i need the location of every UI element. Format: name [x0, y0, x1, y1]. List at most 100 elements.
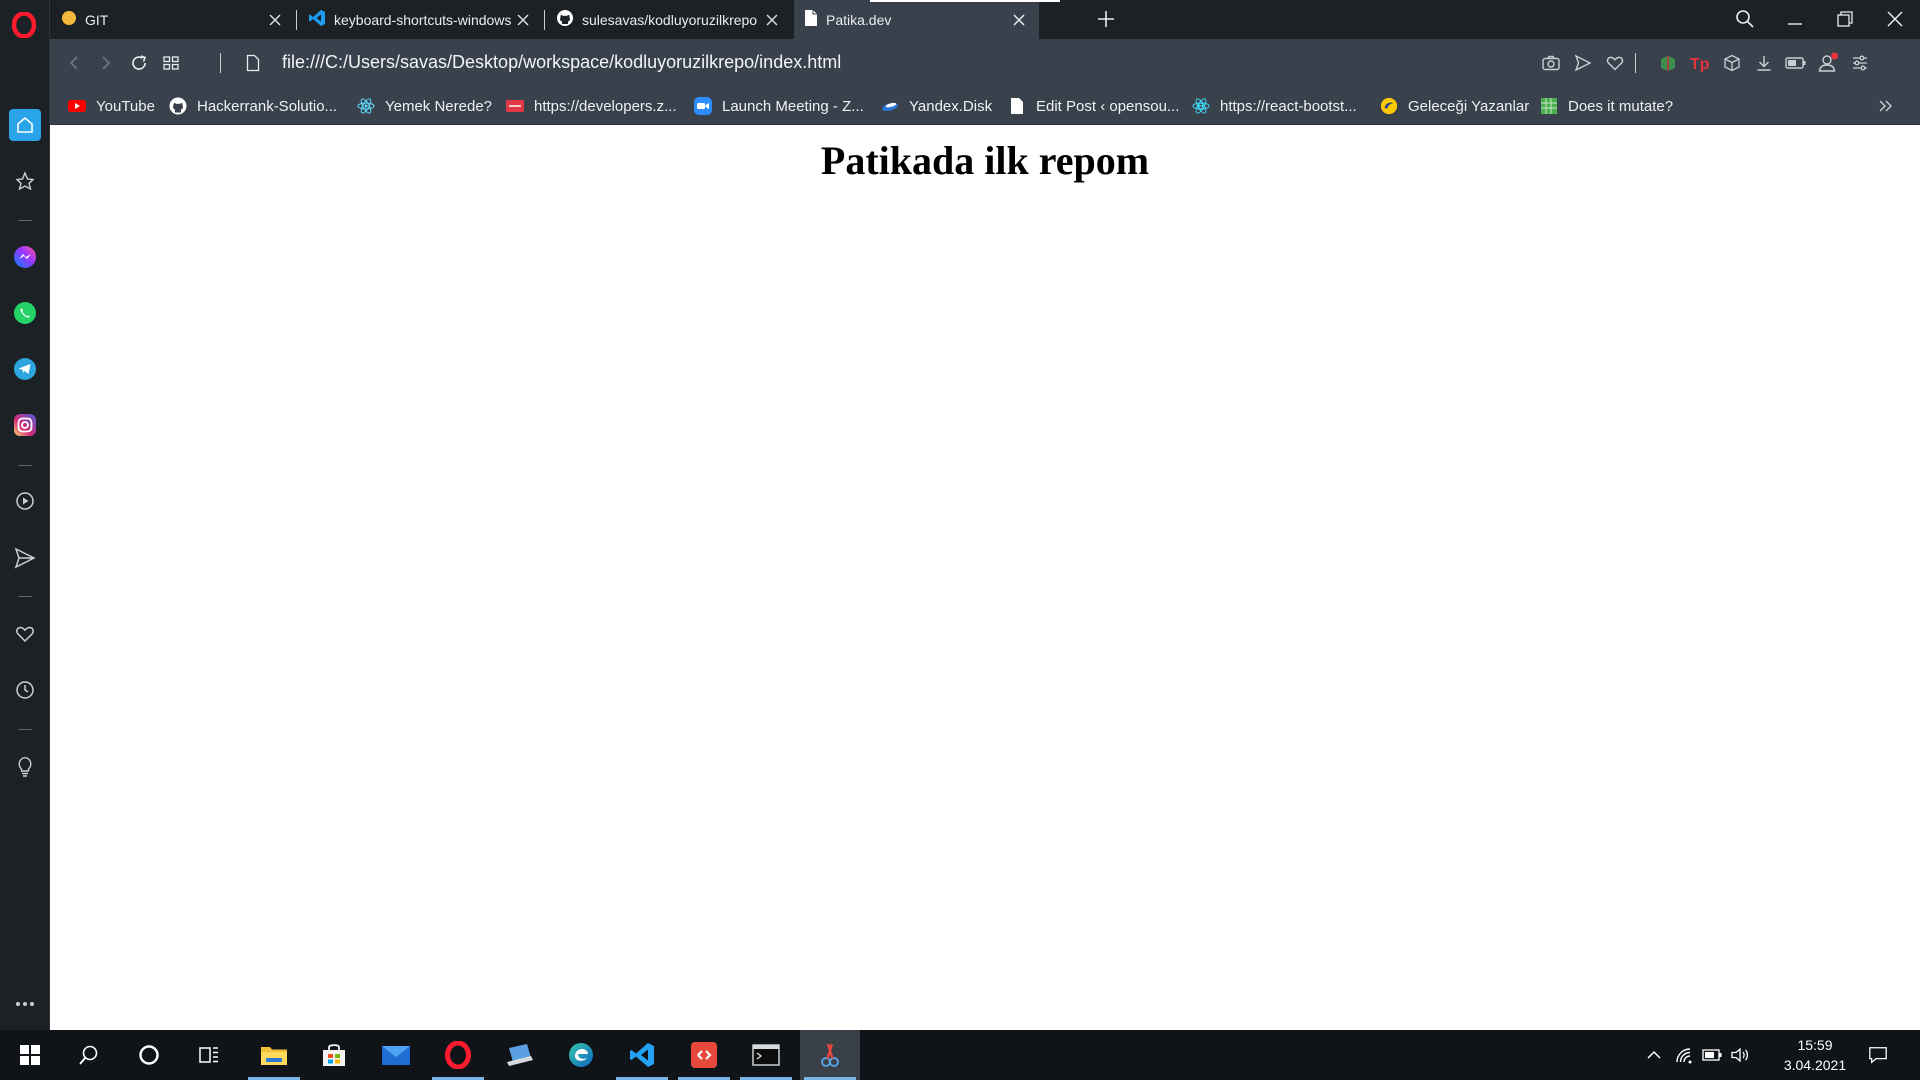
- bookmark-label: https://developers.z...: [534, 97, 677, 115]
- bookmark-youtube[interactable]: YouTube: [68, 96, 155, 116]
- bookmark-react-bootstrap[interactable]: B https://react-bootst...: [1192, 96, 1357, 116]
- player-icon[interactable]: [9, 485, 41, 517]
- opera-taskbar-icon[interactable]: [428, 1030, 488, 1080]
- opera-logo-icon[interactable]: [11, 12, 37, 38]
- messenger-icon[interactable]: [9, 241, 41, 273]
- crypto-wallet-icon[interactable]: [9, 165, 41, 197]
- search-icon[interactable]: [59, 1030, 119, 1080]
- bookmarks-bar: YouTube Hackerrank-Solutio... Yemek Nere…: [50, 87, 1920, 125]
- new-tab-plus-icon[interactable]: [1096, 9, 1116, 29]
- close-icon[interactable]: [267, 12, 283, 28]
- tab-keyboard-shortcuts[interactable]: keyboard-shortcuts-windows: [298, 0, 543, 39]
- whatsapp-icon[interactable]: [9, 297, 41, 329]
- tab-search-icon[interactable]: [1734, 8, 1756, 30]
- opera-sidebar: [0, 0, 50, 1030]
- bookmark-label: https://react-bootst...: [1220, 97, 1357, 115]
- volume-speaker-icon[interactable]: [1730, 1045, 1750, 1065]
- terminal-icon[interactable]: [736, 1030, 796, 1080]
- address-toolbar: file:///C:/Users/savas/Desktop/workspace…: [50, 39, 1920, 87]
- tab-github-repo[interactable]: sulesavas/kodluyoruzilkrepo: [546, 0, 792, 39]
- start-windows-icon[interactable]: [0, 1030, 60, 1080]
- sidebar-separator: [18, 220, 32, 221]
- toolbar-divider: [220, 53, 221, 73]
- back-arrow-icon[interactable]: [62, 51, 86, 75]
- bookmark-edit-post[interactable]: Edit Post ‹ opensou...: [1008, 96, 1179, 116]
- file-explorer-icon[interactable]: [244, 1030, 304, 1080]
- snipping-tool-icon[interactable]: [800, 1030, 860, 1080]
- edge-icon[interactable]: [551, 1030, 611, 1080]
- show-hidden-icons-chevron-icon[interactable]: [1644, 1045, 1664, 1065]
- extension-tp-icon[interactable]: Tp: [1688, 51, 1712, 75]
- extension-cube-icon[interactable]: [1720, 51, 1744, 75]
- svg-text:B: B: [1197, 102, 1204, 113]
- wifi-icon[interactable]: [1674, 1045, 1694, 1065]
- instagram-icon[interactable]: [9, 409, 41, 441]
- my-flow-icon[interactable]: [9, 542, 41, 574]
- snapshot-camera-icon[interactable]: [1539, 51, 1563, 75]
- tab-divider: [296, 10, 297, 30]
- telegram-icon[interactable]: [9, 353, 41, 385]
- bookmarks-heart-icon[interactable]: [9, 618, 41, 650]
- extension-book-icon[interactable]: [1656, 51, 1680, 75]
- tabs-overview-icon[interactable]: [159, 51, 183, 75]
- mail-icon[interactable]: [366, 1030, 426, 1080]
- close-icon[interactable]: [515, 12, 531, 28]
- lightbulb-icon[interactable]: [9, 750, 41, 782]
- forward-arrow-icon[interactable]: [94, 51, 118, 75]
- more-options-icon[interactable]: [9, 988, 41, 1020]
- react-icon: [357, 97, 375, 115]
- bookmark-label: Geleceği Yazanlar: [1408, 97, 1530, 115]
- close-icon[interactable]: [764, 12, 780, 28]
- close-icon[interactable]: [1011, 12, 1027, 28]
- vscode-taskbar-icon[interactable]: [612, 1030, 672, 1080]
- tab-divider: [544, 10, 545, 30]
- taskbar-clock[interactable]: 15:59 3.04.2021: [1770, 1035, 1860, 1075]
- close-window-icon[interactable]: [1884, 8, 1906, 30]
- bookmark-yandex-disk[interactable]: Yandex.Disk: [881, 96, 992, 116]
- document-icon: [1008, 97, 1026, 115]
- address-bar-url[interactable]: file:///C:/Users/savas/Desktop/workspace…: [282, 52, 841, 73]
- tab-patika-dev[interactable]: Patika.dev: [794, 0, 1039, 39]
- git-client-icon[interactable]: [674, 1030, 734, 1080]
- turkcell-icon: [1380, 97, 1398, 115]
- task-view-icon[interactable]: [179, 1030, 239, 1080]
- bookmark-yemek-nerede[interactable]: Yemek Nerede?: [357, 96, 492, 116]
- easy-setup-sliders-icon[interactable]: [1848, 51, 1872, 75]
- page-content: Patikada ilk repom: [50, 125, 1920, 1030]
- yandex-disk-icon: [881, 97, 899, 115]
- reload-icon[interactable]: [127, 51, 151, 75]
- devices-laptop-icon[interactable]: [490, 1030, 550, 1080]
- microsoft-store-icon[interactable]: [304, 1030, 364, 1080]
- more-bookmarks-chevron-icon[interactable]: [1878, 96, 1894, 116]
- file-icon: [804, 9, 818, 30]
- bookmark-launch-meeting-zoom[interactable]: Launch Meeting - Z...: [694, 96, 864, 116]
- zomato-icon: [506, 97, 524, 115]
- battery-icon[interactable]: [1702, 1045, 1722, 1065]
- bookmark-gelecegi-yazanlar[interactable]: Geleceği Yazanlar: [1380, 96, 1529, 116]
- page-info-file-icon[interactable]: [241, 51, 265, 75]
- add-bookmark-heart-icon[interactable]: [1603, 51, 1627, 75]
- downloads-icon[interactable]: [1752, 51, 1776, 75]
- clock-time: 15:59: [1797, 1037, 1833, 1053]
- account-profile-icon[interactable]: [1816, 51, 1840, 75]
- sidebar-separator: [18, 596, 32, 597]
- action-center-notification-icon[interactable]: [1868, 1045, 1888, 1065]
- bookmark-does-it-mutate[interactable]: Does it mutate?: [1540, 96, 1673, 116]
- bookmark-label: Yemek Nerede?: [385, 97, 493, 115]
- bookmark-developers-zomato[interactable]: https://developers.z...: [506, 96, 677, 116]
- yellow-dot-icon: [61, 10, 77, 29]
- tab-title: sulesavas/kodluyoruzilkrepo: [582, 11, 758, 28]
- speed-dial-home-icon[interactable]: [9, 109, 41, 141]
- toolbar-divider: [1635, 53, 1636, 73]
- tab-title: Patika.dev: [826, 11, 892, 28]
- clock-date: 3.04.2021: [1783, 1057, 1847, 1073]
- restore-window-icon[interactable]: [1834, 8, 1856, 30]
- bookmark-hackerrank-solutions[interactable]: Hackerrank-Solutio...: [169, 96, 337, 116]
- bookmark-label: Yandex.Disk: [909, 97, 993, 115]
- minimize-window-icon[interactable]: [1784, 8, 1806, 30]
- cortana-circle-icon[interactable]: [119, 1030, 179, 1080]
- tab-git[interactable]: GIT: [50, 0, 295, 39]
- send-to-flow-icon[interactable]: [1571, 51, 1595, 75]
- battery-saver-icon[interactable]: [1784, 51, 1808, 75]
- history-clock-icon[interactable]: [9, 674, 41, 706]
